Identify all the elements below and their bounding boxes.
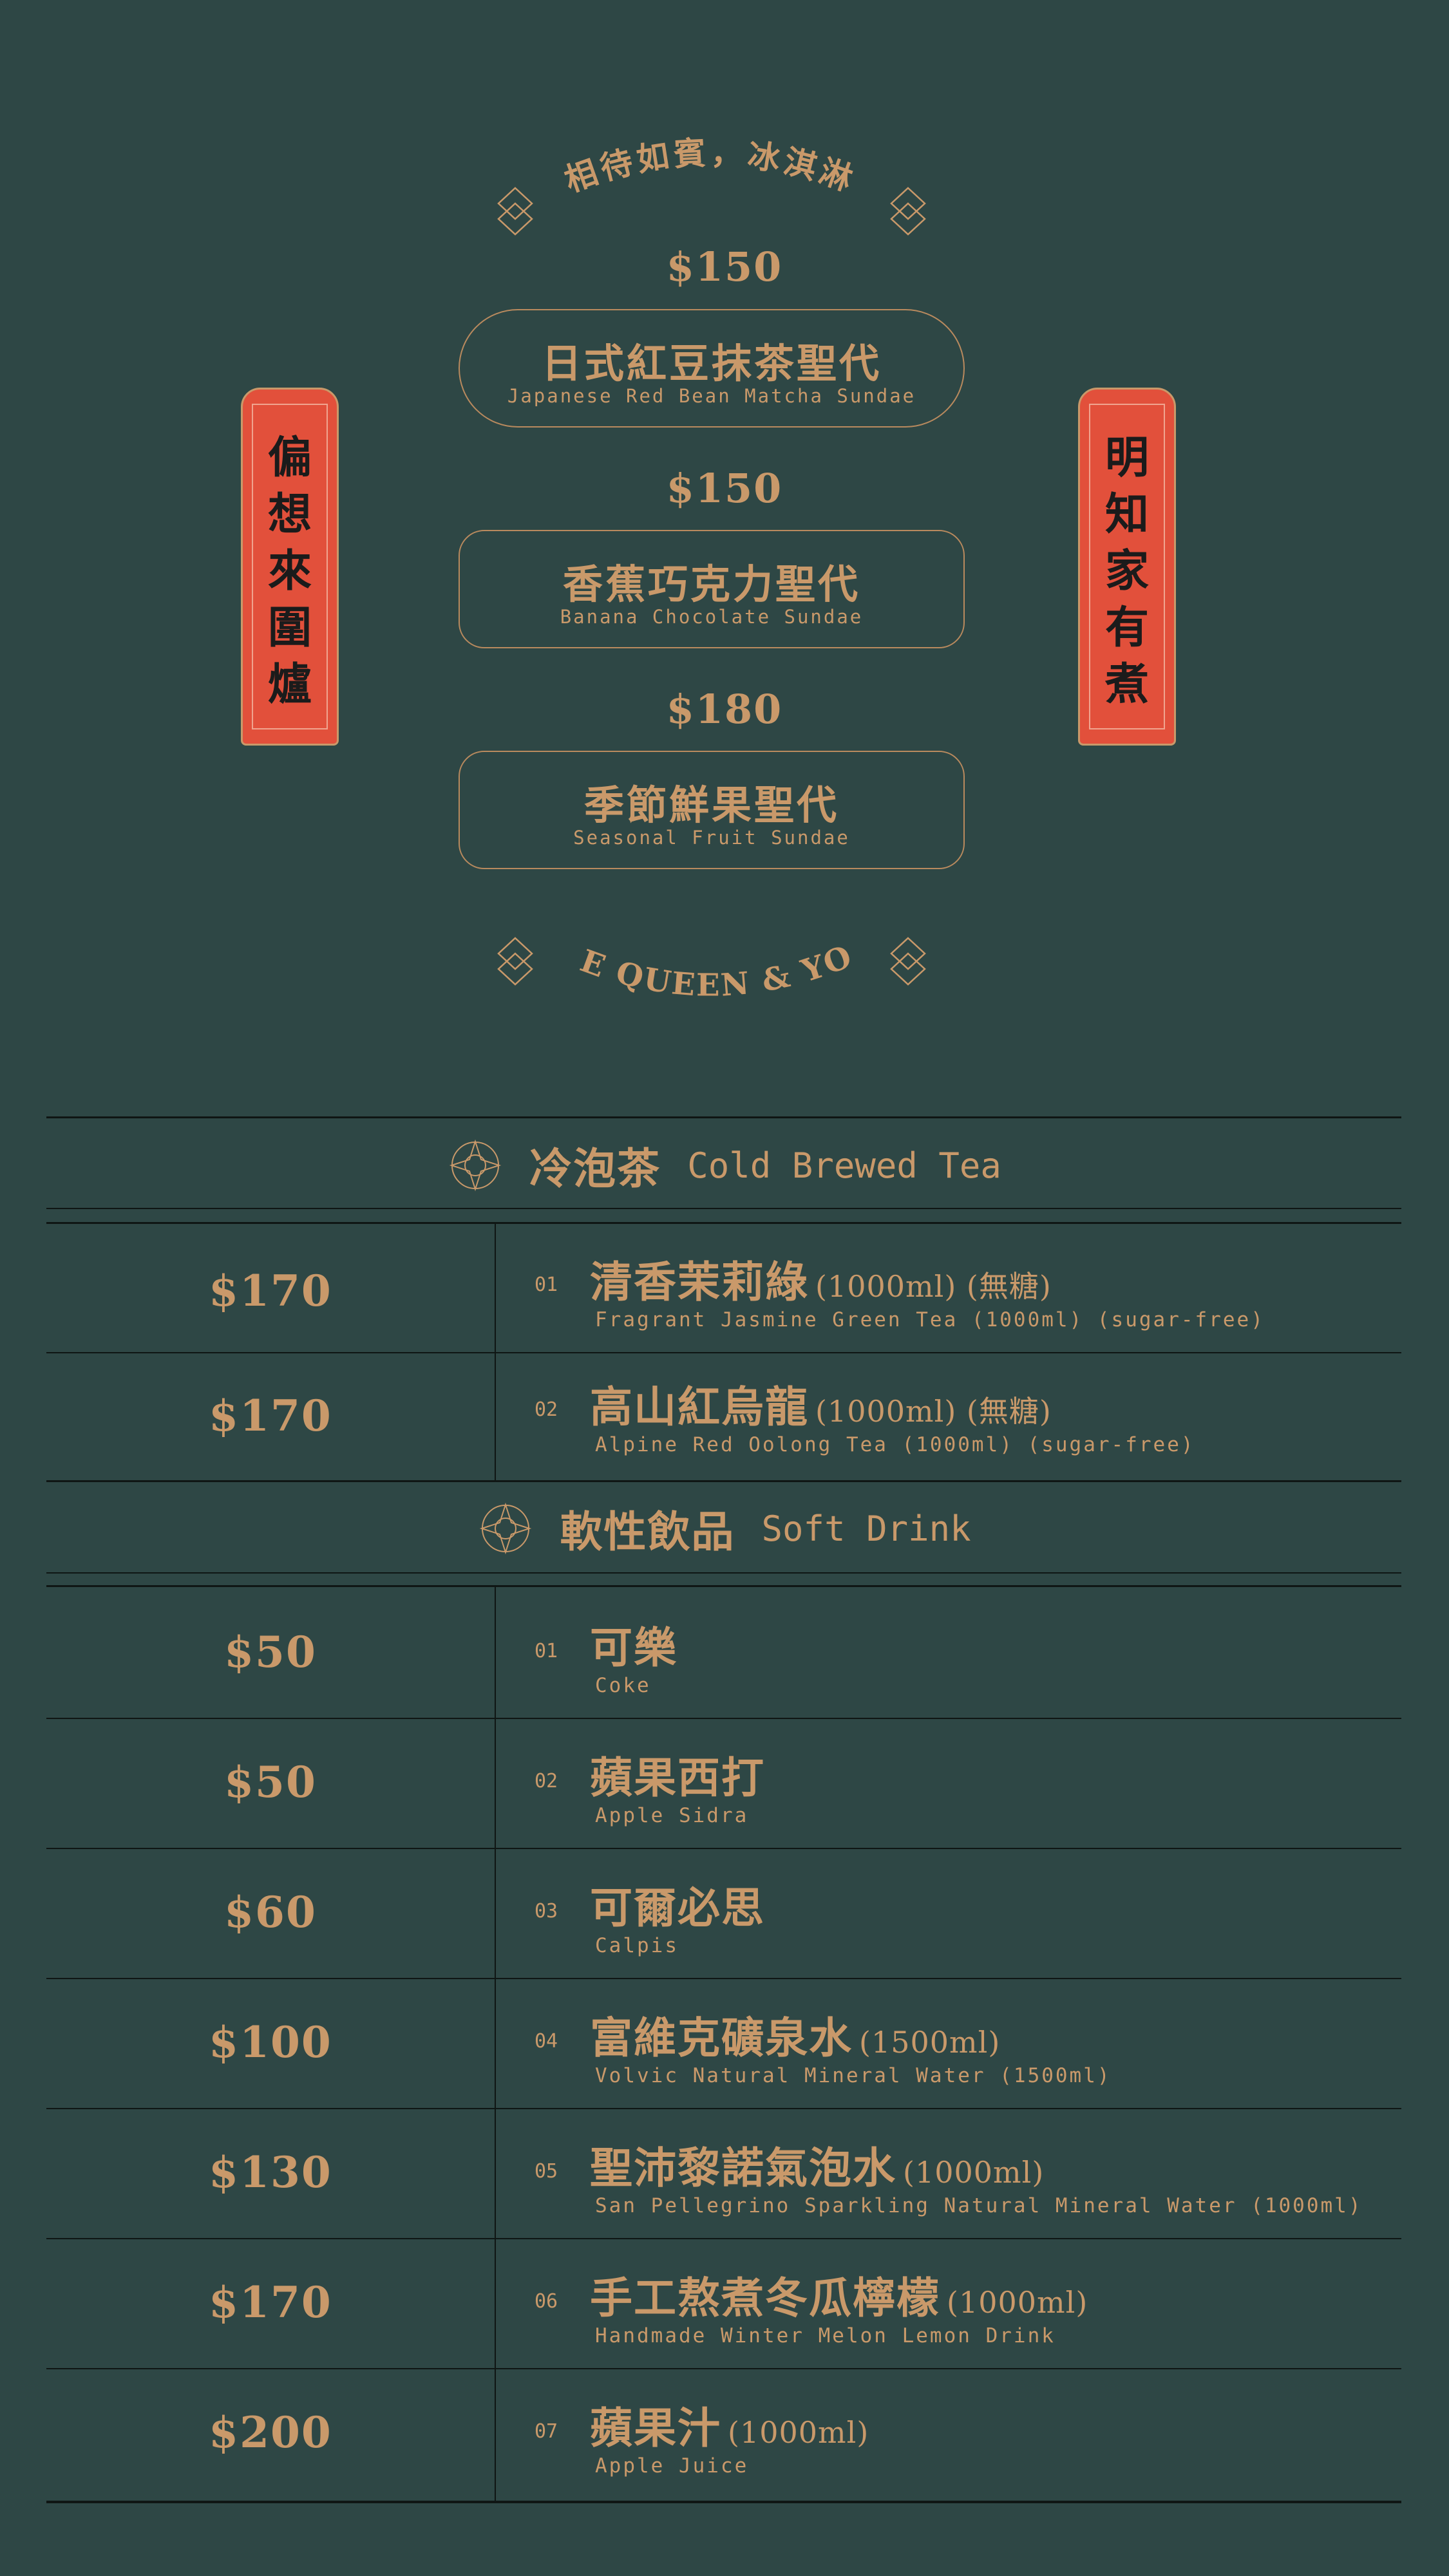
item-price: $170	[209, 1391, 332, 1441]
couplet-char: 圍	[267, 602, 312, 653]
sundae-price: $150	[666, 243, 783, 290]
sundae-price: $150	[666, 465, 783, 512]
item-name-extra: (1000ml)	[903, 2155, 1045, 2190]
item-price: $130	[209, 2147, 332, 2197]
sundae-name-zh: 日式紅豆抹茶聖代	[541, 340, 882, 387]
rule	[46, 2108, 1401, 2109]
item-price: $170	[209, 1266, 332, 1316]
item-name-zh: 高山紅烏龍	[590, 1382, 809, 1432]
section-title-en: Soft Drink	[761, 1508, 971, 1549]
item-number: 06	[535, 2290, 558, 2313]
item-name-zh: 清香茉莉綠	[590, 1257, 809, 1307]
item-name-zh: 可樂	[590, 1622, 677, 1673]
item-price: $50	[224, 1627, 317, 1677]
sundae-name-zh: 香蕉巧克力聖代	[562, 561, 860, 608]
rule	[46, 1572, 1401, 1574]
item-name-extra: (1000ml) (無糖)	[815, 1269, 1052, 1304]
item-name-extra: (1000ml)	[728, 2415, 869, 2450]
rule	[46, 1978, 1401, 1979]
item-name-en: Handmade Winter Melon Lemon Drink	[595, 2324, 1056, 2347]
section-header-soft-drink: 軟性飲品 Soft Drink	[0, 1498, 1449, 1559]
compass-ornament-icon	[480, 1502, 532, 1555]
item-name-zh: 蘋果汁	[590, 2403, 721, 2453]
compass-ornament-icon	[449, 1139, 502, 1192]
sundae-name-en: Japanese Red Bean Matcha Sundae	[507, 385, 916, 407]
item-price: $60	[224, 1887, 317, 1937]
diamond-ornament-icon	[890, 187, 926, 236]
diamond-ornament-icon	[497, 187, 533, 236]
sundae-name-zh: 季節鮮果聖代	[583, 782, 839, 829]
rule	[46, 2368, 1401, 2369]
diamond-ornament-icon	[890, 937, 926, 986]
sundae-price: $180	[666, 686, 783, 733]
sundae-item: 日式紅豆抹茶聖代 Japanese Red Bean Matcha Sundae	[459, 309, 965, 428]
item-name-en: Apple Sidra	[595, 1804, 749, 1827]
section-title-zh: 冷泡茶	[529, 1143, 661, 1194]
couplet-char: 有	[1104, 602, 1149, 653]
rule	[46, 1848, 1401, 1849]
sundae-item: 香蕉巧克力聖代 Banana Chocolate Sundae	[459, 530, 965, 648]
sundae-name-en: Seasonal Fruit Sundae	[573, 827, 850, 849]
rule	[46, 1208, 1401, 1209]
section-title-en: Cold Brewed Tea	[687, 1145, 1001, 1186]
item-name-extra: (1000ml)	[947, 2285, 1088, 2320]
item-number: 05	[535, 2160, 558, 2183]
couplet-char: 來	[267, 545, 312, 597]
arc-top-text: 相待如賓，冰淇淋	[560, 133, 861, 199]
rule	[46, 1222, 1401, 1224]
item-name-en: Calpis	[595, 1934, 679, 1957]
rule	[46, 1352, 1401, 1353]
item-name-en: San Pellegrino Sparkling Natural Mineral…	[595, 2194, 1363, 2217]
item-number: 01	[535, 1640, 558, 1662]
item-name-zh: 富維克礦泉水	[590, 2013, 853, 2063]
sundae-name-en: Banana Chocolate Sundae	[560, 606, 864, 628]
item-number: 02	[535, 1770, 558, 1792]
item-price: $200	[209, 2407, 332, 2458]
item-name-zh: 可爾必思	[590, 1883, 765, 1933]
item-name-zh: 手工熬煮冬瓜檸檬	[590, 2273, 940, 2323]
item-name-en: Alpine Red Oolong Tea (1000ml) (sugar-fr…	[595, 1433, 1195, 1456]
column-divider	[495, 1587, 496, 2503]
item-number: 02	[535, 1398, 558, 1421]
section-header-cold-brewed-tea: 冷泡茶 Cold Brewed Tea	[0, 1134, 1449, 1196]
item-number: 03	[535, 1900, 558, 1923]
item-number: 04	[535, 2030, 558, 2053]
item-name-zh: 蘋果西打	[590, 1753, 765, 1803]
item-name-en: Volvic Natural Mineral Water (1500ml)	[595, 2064, 1112, 2087]
item-name-en: Fragrant Jasmine Green Tea (1000ml) (sug…	[595, 1308, 1265, 1331]
item-name-en: Coke	[595, 1674, 651, 1697]
item-price: $100	[209, 2017, 332, 2067]
rule	[46, 1585, 1401, 1587]
rule	[46, 1480, 1401, 1482]
item-number: 01	[535, 1274, 558, 1296]
item-name-zh: 聖沛黎諾氣泡水	[590, 2143, 896, 2193]
couplet-char: 家	[1104, 545, 1149, 597]
item-price: $50	[224, 1757, 317, 1807]
rule	[46, 1116, 1401, 1118]
item-name-extra: (1000ml) (無糖)	[815, 1394, 1052, 1429]
item-name-en: Apple Juice	[595, 2454, 749, 2477]
rule	[46, 1718, 1401, 1719]
rule	[46, 2238, 1401, 2239]
rule	[46, 2501, 1401, 2503]
sundae-item: 季節鮮果聖代 Seasonal Fruit Sundae	[459, 751, 965, 869]
item-number: 07	[535, 2420, 558, 2443]
section-title-zh: 軟性飲品	[560, 1507, 735, 1557]
diamond-ornament-icon	[497, 937, 533, 986]
item-name-extra: (1500ml)	[859, 2025, 1001, 2060]
item-price: $170	[209, 2277, 332, 2327]
